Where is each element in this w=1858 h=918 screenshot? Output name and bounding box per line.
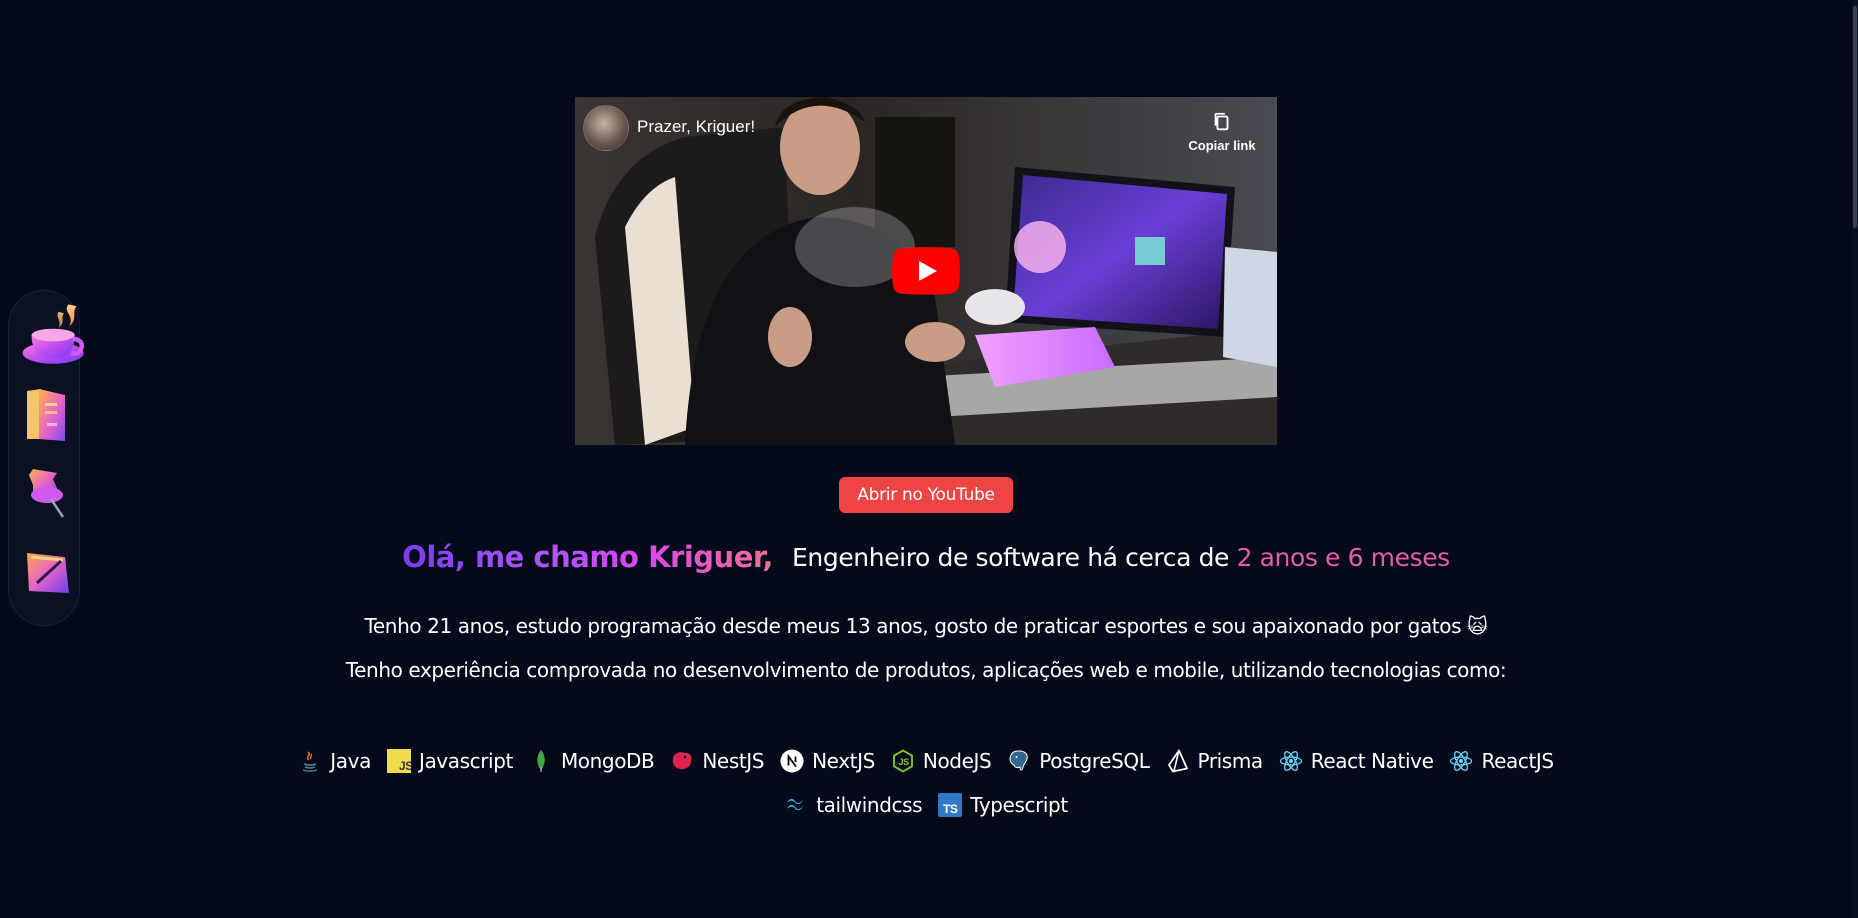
tech-item-tailwindcss: tailwindcss [784,793,923,817]
open-youtube-button[interactable]: Abrir no YouTube [839,477,1013,513]
tech-item-react-native: React Native [1279,749,1434,773]
pin-icon[interactable] [19,463,75,521]
role-prefix: Engenheiro de software há cerca de [792,542,1230,572]
play-icon[interactable] [892,247,960,295]
tech-label: NextJS [812,749,875,773]
intro-paragraph-2: Tenho experiência comprovada no desenvol… [345,658,1507,682]
svg-text:JS: JS [399,759,411,773]
copy-link-button[interactable]: Copiar link [1187,111,1257,155]
book-icon[interactable] [19,385,75,443]
svg-text:TS: TS [943,802,958,816]
tech-item-typescript: TS Typescript [938,793,1068,817]
tech-label: PostgreSQL [1039,749,1150,773]
svg-text:JS: JS [898,757,909,767]
tech-item-nodejs: JS NodeJS [891,749,992,773]
tech-item-nextjs: NextJS [780,749,875,773]
tech-item-prisma: Prisma [1166,749,1263,773]
tech-label: Prisma [1197,749,1264,773]
coffee-cup-icon[interactable] [19,299,91,371]
video-title[interactable]: Prazer, Kriguer! [637,117,755,137]
prisma-icon [1166,749,1190,773]
nodejs-icon: JS [891,749,915,773]
tech-label: Java [330,749,371,773]
tech-label: tailwindcss [816,793,923,817]
tech-item-javascript: JS Javascript [386,749,513,773]
scrollbar-thumb[interactable] [1853,6,1857,228]
tech-item-nestjs: NestJS [670,749,764,773]
nextjs-icon [780,749,804,773]
tech-label: Javascript [418,749,513,773]
typescript-icon: TS [938,793,963,817]
tech-label: MongoDB [560,749,655,773]
sidebar-nav [8,290,85,626]
intro-paragraph-1: Tenho 21 anos, estudo programação desde … [364,614,1488,638]
role-text: Engenheiro de software há cerca de 2 ano… [792,543,1450,572]
channel-avatar[interactable] [583,105,629,151]
tailwindcss-icon [784,793,808,817]
intro-headline: Olá, me chamo Kriguer, Engenheiro de sof… [0,540,1852,574]
nestjs-icon [670,749,694,773]
greeting-text: Olá, me chamo Kriguer, [402,540,773,574]
tech-list-row-1: Java JS Javascript MongoDB NestJS NextJS [0,749,1852,773]
tech-list-row-2: tailwindcss TS Typescript [0,793,1852,817]
page: Prazer, Kriguer! Copiar link Abrir no Yo… [0,0,1858,918]
mongodb-icon [529,749,553,773]
video-embed[interactable]: Prazer, Kriguer! Copiar link [575,97,1277,445]
java-icon [298,749,322,773]
tech-item-java: Java [298,749,371,773]
tech-label: React Native [1310,749,1434,773]
tech-label: NestJS [702,749,765,773]
copy-link-label: Copiar link [1188,138,1256,153]
react-icon [1449,749,1473,773]
page-scrollbar[interactable] [1852,0,1858,918]
tech-item-mongodb: MongoDB [529,749,655,773]
tech-item-reactjs: ReactJS [1449,749,1554,773]
copy-icon [1214,112,1229,131]
javascript-icon: JS [386,749,411,773]
role-duration: 2 anos e 6 meses [1236,542,1451,572]
react-icon [1279,749,1303,773]
tech-label: NodeJS [922,749,992,773]
postgresql-icon [1007,749,1031,773]
tech-item-postgresql: PostgreSQL [1007,749,1150,773]
tech-label: Typescript [970,793,1068,817]
tech-label: ReactJS [1481,749,1554,773]
